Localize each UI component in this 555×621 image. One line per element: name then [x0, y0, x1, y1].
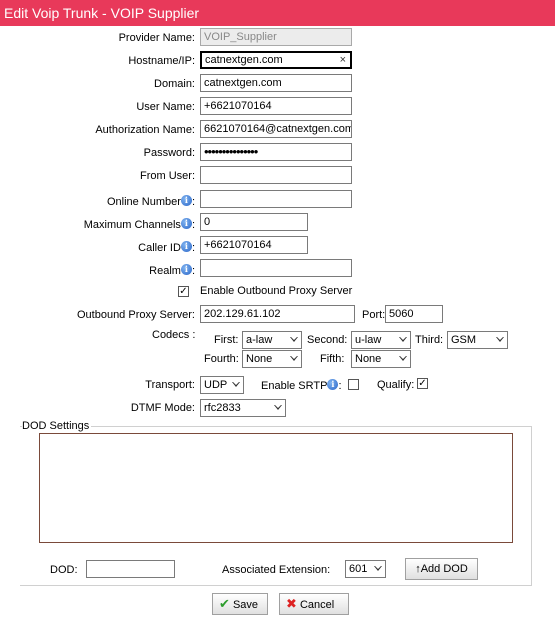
chevron-down-icon — [232, 382, 240, 387]
codec-second-select[interactable]: u-law — [351, 331, 411, 349]
dod-list-textarea[interactable] — [39, 433, 513, 543]
save-button[interactable]: ✔ Save — [212, 593, 268, 615]
info-icon[interactable]: i — [327, 379, 339, 390]
codec-fourth-select[interactable]: None — [242, 350, 302, 368]
close-icon: ✖ — [286, 596, 297, 611]
dtmf-mode-select[interactable]: rfc2833 — [200, 399, 286, 417]
max-channels-field[interactable]: 0 — [200, 213, 308, 231]
clear-icon[interactable]: × — [340, 53, 346, 67]
outbound-proxy-enable-label: Enable Outbound Proxy Server — [200, 285, 353, 297]
info-icon[interactable]: i — [180, 264, 192, 275]
outbound-proxy-checkbox[interactable]: ✓ — [178, 286, 189, 297]
codec-first-select[interactable]: a-law — [242, 331, 302, 349]
chevron-down-icon — [399, 356, 407, 361]
password-label: Password: — [143, 147, 195, 159]
caller-id-field[interactable]: +6621070164 — [200, 236, 308, 254]
info-icon[interactable]: i — [180, 195, 192, 206]
port-label: Port: — [362, 309, 386, 321]
dod-settings-legend: DOD Settings — [22, 420, 92, 432]
online-number-field[interactable] — [200, 190, 352, 208]
codec-fourth-label: Fourth: — [204, 353, 239, 365]
chevron-down-icon — [374, 566, 382, 571]
transport-label: Transport: — [145, 379, 195, 391]
password-field[interactable]: ••••••••••••••• — [200, 143, 352, 161]
info-icon[interactable]: i — [180, 241, 192, 252]
qualify-label: Qualify: — [377, 379, 415, 391]
chevron-down-icon — [290, 356, 298, 361]
provider-name-label: Provider Name: — [118, 32, 195, 44]
codec-third-label: Third: — [415, 334, 444, 346]
domain-label: Domain: — [154, 78, 195, 90]
hostname-label: Hostname/IP: — [128, 55, 195, 67]
cancel-button[interactable]: ✖ Cancel — [279, 593, 349, 615]
auth-name-field[interactable]: 6621070164@catnextgen.com — [200, 120, 352, 138]
codec-third-select[interactable]: GSM — [447, 331, 508, 349]
info-icon[interactable]: i — [180, 218, 192, 229]
hostname-field[interactable]: catnextgen.com × — [200, 51, 352, 69]
from-user-label: From User: — [140, 170, 195, 182]
dod-label: DOD: — [50, 564, 78, 576]
realm-field[interactable] — [200, 259, 352, 277]
codec-second-label: Second: — [307, 334, 348, 346]
provider-name-field: VOIP_Supplier — [200, 28, 352, 46]
codec-fifth-select[interactable]: None — [351, 350, 411, 368]
enable-srtp-checkbox[interactable] — [348, 379, 359, 390]
dtmf-mode-label: DTMF Mode: — [130, 402, 195, 414]
port-field[interactable]: 5060 — [385, 305, 443, 323]
online-number-label: Online Number i: — [106, 195, 195, 208]
codec-first-label: First: — [214, 334, 239, 346]
from-user-field[interactable] — [200, 166, 352, 184]
user-name-field[interactable]: +6621070164 — [200, 97, 352, 115]
auth-name-label: Authorization Name: — [95, 124, 195, 136]
chevron-down-icon — [290, 337, 298, 342]
codecs-label: Codecs : — [152, 329, 196, 341]
chevron-down-icon — [399, 337, 407, 342]
chevron-down-icon — [496, 337, 504, 342]
checkmark-icon: ✔ — [219, 596, 230, 611]
outbound-proxy-server-field[interactable]: 202.129.61.102 — [200, 305, 355, 323]
hostname-value: catnextgen.com — [205, 54, 283, 66]
dod-field[interactable] — [86, 560, 175, 578]
associated-extension-label: Associated Extension: — [222, 564, 331, 576]
realm-label: Realm i: — [149, 264, 195, 277]
add-dod-button[interactable]: ↑Add DOD — [405, 558, 478, 580]
qualify-checkbox[interactable]: ✓ — [417, 378, 428, 389]
associated-extension-select[interactable]: 601 — [345, 560, 386, 578]
enable-srtp-label: Enable SRTP i: — [261, 379, 342, 392]
caller-id-label: Caller ID i: — [138, 241, 195, 254]
transport-select[interactable]: UDP — [200, 376, 244, 394]
chevron-down-icon — [274, 405, 282, 410]
user-name-label: User Name: — [136, 101, 195, 113]
max-channels-label: Maximum Channels i: — [83, 218, 195, 231]
codec-fifth-label: Fifth: — [320, 353, 345, 365]
outbound-proxy-server-label: Outbound Proxy Server: — [76, 309, 195, 321]
window-title: Edit Voip Trunk - VOIP Supplier — [0, 0, 555, 26]
domain-field[interactable]: catnextgen.com — [200, 74, 352, 92]
